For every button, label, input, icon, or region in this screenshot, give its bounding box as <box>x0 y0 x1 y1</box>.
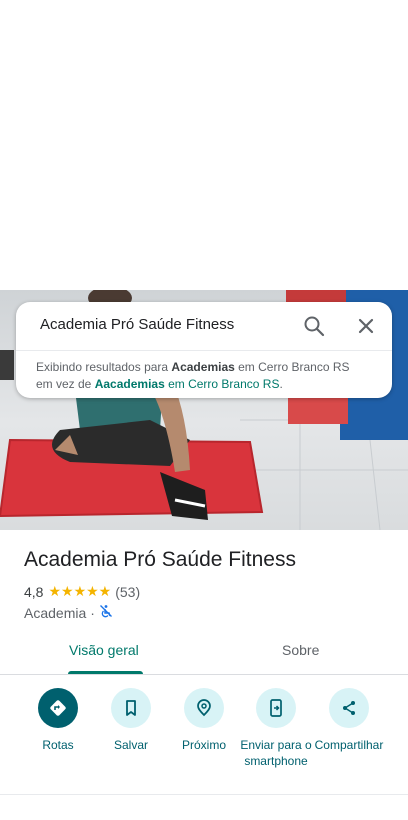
nearby-button[interactable]: Próximo <box>164 688 244 753</box>
search-bar[interactable]: Academia Pró Saúde Fitness <box>16 302 392 350</box>
send-to-phone-button[interactable]: Enviar para o smartphone <box>236 688 316 769</box>
notice-term: Academias <box>171 360 235 374</box>
tab-about[interactable]: Sobre <box>282 642 319 658</box>
place-title: Academia Pró Saúde Fitness <box>24 548 296 571</box>
save-label: Salvar <box>113 738 148 752</box>
nearby-label: Próximo <box>181 738 226 752</box>
no-wheelchair-icon <box>99 604 113 621</box>
notice-location: em Cerro Branco RS <box>234 360 350 374</box>
category-row: Academia · <box>24 604 113 621</box>
notice-alt-term-link[interactable]: Aacademias <box>95 377 165 391</box>
search-icon[interactable] <box>302 314 326 338</box>
notice-line2-prefix: em vez de <box>36 377 95 391</box>
share-label: Compartilhar <box>314 738 384 752</box>
action-bar: Rotas Salvar Próximo Enviar para o smart… <box>0 688 408 788</box>
notice-alt-location-link[interactable]: em Cerro Branco RS <box>165 377 279 391</box>
bookmark-icon <box>111 688 151 728</box>
category-separator: · <box>90 604 95 621</box>
share-button[interactable]: Compartilhar <box>309 688 389 753</box>
directions-label: Rotas <box>42 738 74 752</box>
directions-icon <box>38 688 78 728</box>
spelling-notice: Exibindo resultados para Academias em Ce… <box>36 359 376 393</box>
nearby-icon <box>184 688 224 728</box>
review-count: (53) <box>115 583 141 600</box>
place-category: Academia <box>24 604 87 621</box>
rating-value: 4,8 <box>24 583 44 600</box>
close-icon[interactable] <box>354 314 378 338</box>
search-query[interactable]: Academia Pró Saúde Fitness <box>40 316 234 333</box>
search-divider <box>16 350 392 351</box>
share-icon <box>329 688 369 728</box>
rating-stars: ★★★★★ <box>48 583 112 599</box>
send-to-phone-icon <box>256 688 296 728</box>
notice-prefix: Exibindo resultados para <box>36 360 172 374</box>
directions-button[interactable]: Rotas <box>18 688 98 753</box>
tab-overview[interactable]: Visão geral <box>69 642 139 658</box>
notice-end: . <box>279 377 283 391</box>
rating-row[interactable]: 4,8 ★★★★★ (53) <box>24 583 140 600</box>
active-tab-indicator <box>68 671 143 674</box>
search-card: Academia Pró Saúde Fitness Exibindo resu… <box>16 302 392 398</box>
send-to-phone-label: Enviar para o smartphone <box>240 738 312 768</box>
tab-bar: Visão geral Sobre <box>0 628 408 675</box>
save-button[interactable]: Salvar <box>91 688 171 753</box>
bottom-divider <box>0 794 408 795</box>
